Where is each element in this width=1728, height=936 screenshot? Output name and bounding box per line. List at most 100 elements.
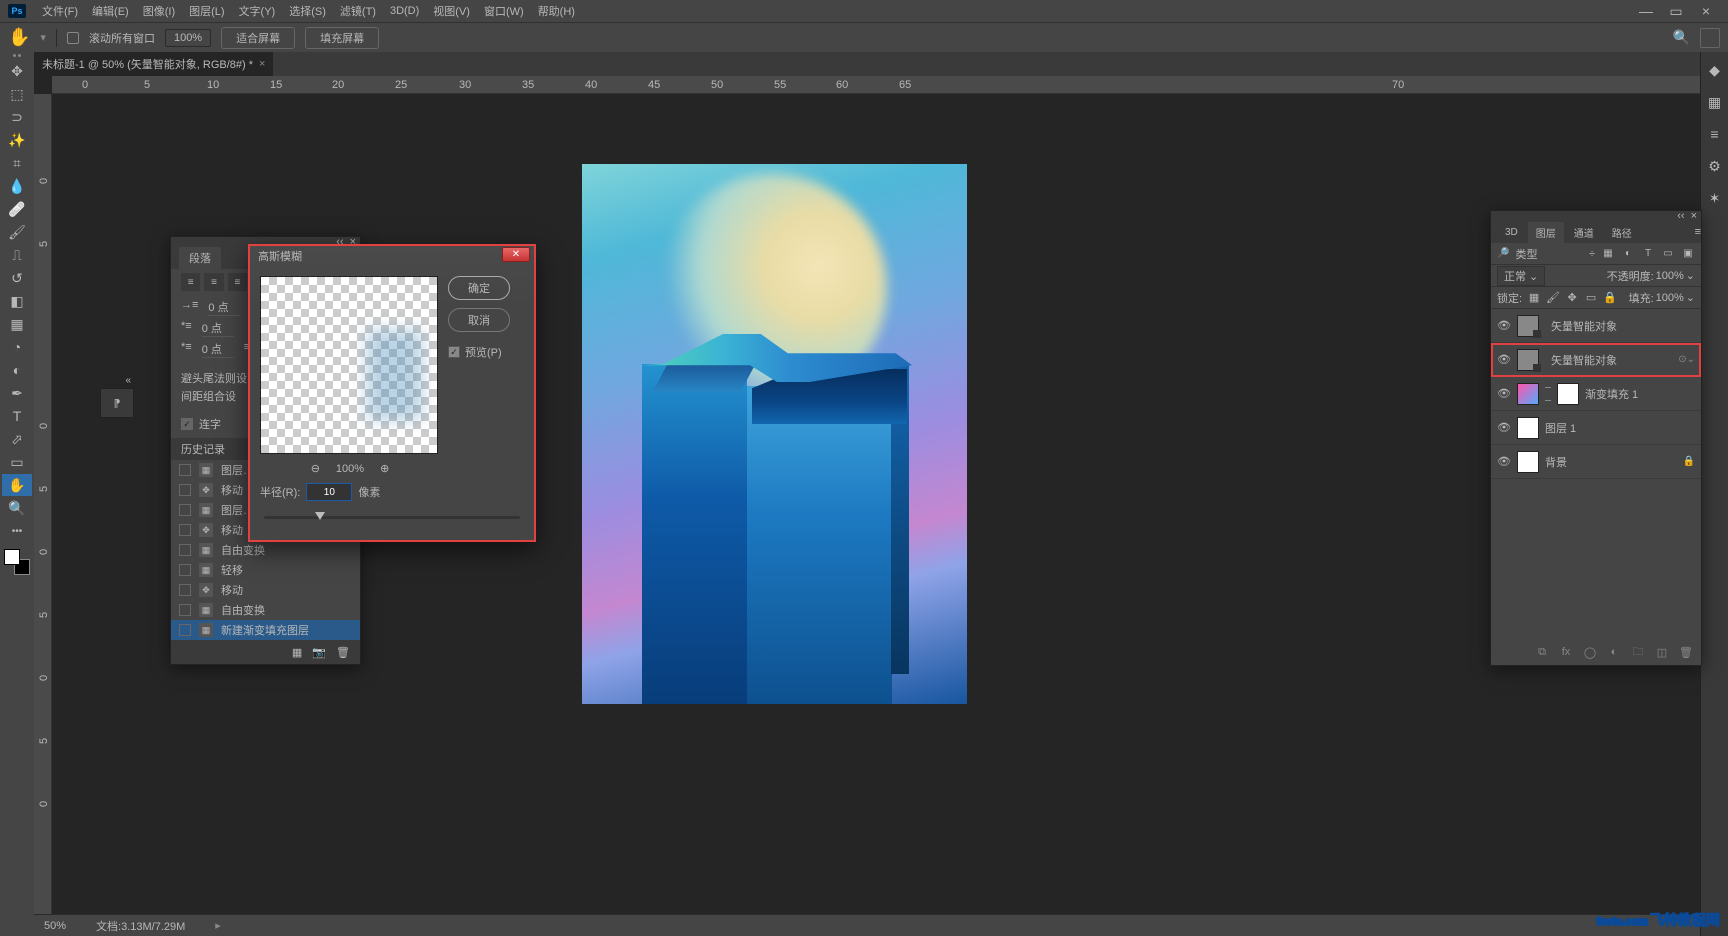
styles-panel-icon[interactable]: ⚙	[1705, 156, 1725, 176]
eyedropper-tool[interactable]: 💧	[2, 175, 32, 197]
collapsed-dock[interactable]: ⁋	[100, 388, 134, 418]
magic-wand-tool[interactable]: ✨	[2, 129, 32, 151]
history-delete-icon[interactable]: 🗑	[336, 646, 350, 659]
lock-artboard-icon[interactable]: ▭	[1584, 291, 1598, 305]
tab-channels[interactable]: 通道	[1566, 222, 1602, 243]
blur-preview[interactable]	[260, 276, 438, 454]
shape-tool[interactable]: ▭	[2, 451, 32, 473]
radius-slider[interactable]	[264, 509, 520, 527]
preview-checkbox[interactable]: ✓	[448, 346, 460, 358]
visibility-icon[interactable]: 👁	[1497, 387, 1511, 400]
layer-name[interactable]: 矢量智能对象	[1551, 352, 1672, 368]
new-adjustment-icon[interactable]: ◐	[1607, 645, 1621, 659]
tab-3d[interactable]: 3D	[1497, 224, 1526, 241]
hyphenate-checkbox[interactable]: ✓	[181, 418, 193, 430]
window-minimize[interactable]: —	[1632, 3, 1660, 19]
layer-name[interactable]: 背景	[1545, 454, 1677, 470]
zoom-in-icon[interactable]: ⊕	[380, 462, 389, 475]
move-tool[interactable]: ✥	[2, 60, 32, 82]
menu-select[interactable]: 选择(S)	[283, 3, 332, 19]
fill-value[interactable]: 100%	[1656, 292, 1684, 304]
layer-fx-icon[interactable]: fx	[1559, 645, 1573, 659]
visibility-icon[interactable]: 👁	[1497, 319, 1511, 332]
type-tool[interactable]: T	[2, 405, 32, 427]
menu-view[interactable]: 视图(V)	[427, 3, 476, 19]
adjustments-panel-icon[interactable]: ≡	[1705, 124, 1725, 144]
panel-collapse-icon[interactable]: ‹‹	[1677, 210, 1684, 222]
panel-menu-icon[interactable]: ≡	[1695, 226, 1701, 238]
color-panel-icon[interactable]: ◆	[1705, 60, 1725, 80]
new-group-icon[interactable]: 🗀	[1631, 645, 1645, 659]
layer-thumb[interactable]	[1517, 451, 1539, 473]
layer-thumb[interactable]	[1517, 417, 1539, 439]
menu-help[interactable]: 帮助(H)	[532, 3, 581, 19]
layer-row[interactable]: 👁背景🔒	[1491, 445, 1701, 479]
tab-paths[interactable]: 路径	[1604, 222, 1640, 243]
menu-edit[interactable]: 编辑(E)	[86, 3, 135, 19]
scroll-all-checkbox[interactable]	[67, 32, 79, 44]
eraser-tool[interactable]: ◧	[2, 290, 32, 312]
filter-type-icon[interactable]: T	[1641, 247, 1655, 261]
fit-screen-button[interactable]: 适合屏幕	[221, 27, 295, 49]
menu-window[interactable]: 窗口(W)	[478, 3, 530, 19]
menu-layer[interactable]: 图层(L)	[183, 3, 230, 19]
panel-close-icon[interactable]: ×	[1691, 210, 1697, 222]
layer-row[interactable]: 👁图层 1	[1491, 411, 1701, 445]
layer-name[interactable]: 矢量智能对象	[1551, 318, 1695, 334]
edit-toolbar[interactable]: •••	[2, 520, 32, 542]
paragraph-panel-icon[interactable]: ⁋	[114, 397, 121, 410]
visibility-icon[interactable]: 👁	[1497, 421, 1511, 434]
menu-file[interactable]: 文件(F)	[36, 3, 84, 19]
delete-layer-icon[interactable]: 🗑	[1679, 645, 1693, 659]
blend-mode-dropdown[interactable]: 正常 ⌄	[1497, 266, 1545, 286]
layer-row[interactable]: 👁 矢量智能对象	[1491, 309, 1701, 343]
lock-paint-icon[interactable]: 🖌	[1546, 291, 1560, 305]
layer-name[interactable]: 渐变填充 1	[1585, 386, 1695, 402]
stamp-tool[interactable]: ⎍	[2, 244, 32, 266]
lock-transparent-icon[interactable]: ▦	[1527, 291, 1541, 305]
history-item[interactable]: ▦轻移	[171, 560, 360, 580]
menu-3d[interactable]: 3D(D)	[384, 5, 425, 17]
menu-image[interactable]: 图像(I)	[137, 3, 181, 19]
swatches-panel-icon[interactable]: ▦	[1705, 92, 1725, 112]
visibility-icon[interactable]: 👁	[1497, 353, 1511, 366]
link-layers-icon[interactable]: ⧉	[1535, 645, 1549, 659]
zoom-percent-field[interactable]: 100%	[165, 29, 211, 47]
layer-mask-thumb[interactable]	[1557, 383, 1579, 405]
align-center-icon[interactable]: ≡	[204, 273, 223, 291]
filter-kind-icon[interactable]: 🔎	[1497, 248, 1509, 259]
cancel-button[interactable]: 取消	[448, 308, 510, 332]
filter-smart-icon[interactable]: ▣	[1681, 247, 1695, 261]
workspace-switcher[interactable]	[1700, 28, 1720, 48]
opacity-value[interactable]: 100%	[1656, 270, 1684, 282]
properties-panel-icon[interactable]: ✶	[1705, 188, 1725, 208]
color-swatches[interactable]	[4, 549, 30, 575]
history-item[interactable]: ✥移动	[171, 580, 360, 600]
healing-tool[interactable]: 🩹	[2, 198, 32, 220]
hand-tool[interactable]: ✋	[2, 474, 32, 496]
close-document-icon[interactable]: ×	[259, 58, 265, 70]
new-layer-icon[interactable]: ◫	[1655, 645, 1669, 659]
dodge-tool[interactable]: ◐	[2, 359, 32, 381]
visibility-icon[interactable]: 👁	[1497, 455, 1511, 468]
history-snapshot-icon[interactable]: 📷	[312, 646, 326, 659]
lasso-tool[interactable]: ⊃	[2, 106, 32, 128]
search-icon[interactable]: 🔍	[1673, 29, 1690, 46]
gradient-tool[interactable]: ▦	[2, 313, 32, 335]
document-tab[interactable]: 未标题-1 @ 50% (矢量智能对象, RGB/8#) * ×	[34, 52, 273, 76]
align-right-icon[interactable]: ≡	[228, 273, 247, 291]
path-select-tool[interactable]: ⬀	[2, 428, 32, 450]
lock-all-icon[interactable]: 🔒	[1603, 291, 1617, 305]
fill-screen-button[interactable]: 填充屏幕	[305, 27, 379, 49]
history-item[interactable]: ▦自由变换	[171, 600, 360, 620]
history-new-doc-icon[interactable]: ▦	[292, 646, 302, 659]
brush-tool[interactable]: 🖌	[2, 221, 32, 243]
crop-tool[interactable]: ⌗	[2, 152, 32, 174]
dialog-close-button[interactable]: ✕	[502, 247, 530, 262]
pen-tool[interactable]: ✒	[2, 382, 32, 404]
tab-layers[interactable]: 图层	[1528, 222, 1564, 243]
blur-tool[interactable]: ◔	[2, 336, 32, 358]
zoom-out-icon[interactable]: ⊖	[311, 462, 320, 475]
filter-kind-dropdown[interactable]: 类型÷	[1515, 246, 1595, 262]
window-close[interactable]: ×	[1692, 3, 1720, 19]
